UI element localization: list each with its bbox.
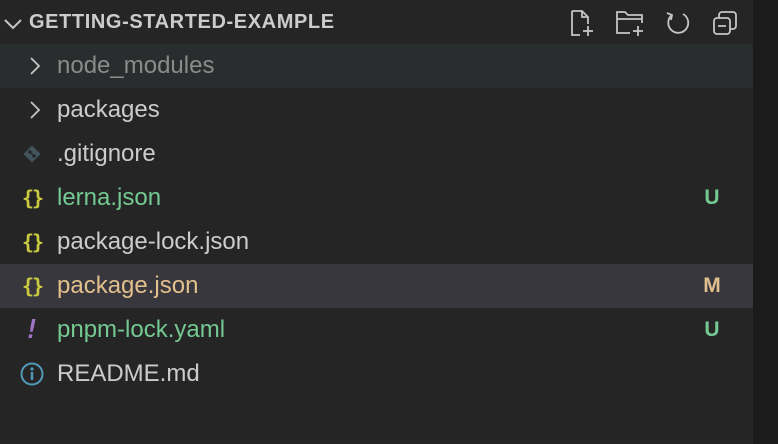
new-file-icon — [571, 10, 593, 36]
tree-item-label: README.md — [57, 360, 200, 387]
git-status-badge: U — [704, 318, 720, 341]
tree-item-lerna-json[interactable]: {} lerna.json U — [0, 176, 753, 220]
chevron-down-icon[interactable] — [2, 12, 24, 34]
explorer-panel: GETTING-STARTED-EXAMPLE node_modules pac… — [0, 0, 753, 444]
git-status-badge: U — [704, 186, 720, 209]
refresh-button[interactable] — [661, 6, 695, 40]
collapse-all-button[interactable] — [708, 6, 742, 40]
info-icon — [18, 360, 46, 388]
yaml-icon: ! — [24, 315, 40, 345]
tree-item-package-json[interactable]: {} package.json M — [0, 264, 753, 308]
collapse-all-icon — [713, 11, 737, 35]
tree-item-package-lock-json[interactable]: {} package-lock.json — [0, 220, 753, 264]
tree-item-label: .gitignore — [57, 140, 156, 167]
tree-item-gitignore[interactable]: .gitignore — [0, 132, 753, 176]
json-icon: {} — [21, 274, 44, 298]
tree-item-node-modules[interactable]: node_modules — [0, 44, 753, 88]
workspace-title: GETTING-STARTED-EXAMPLE — [29, 11, 335, 33]
refresh-icon — [666, 12, 690, 34]
editor-edge — [753, 0, 778, 444]
explorer-section-header[interactable]: GETTING-STARTED-EXAMPLE — [0, 0, 753, 44]
new-file-button[interactable] — [564, 6, 598, 40]
new-folder-icon — [616, 11, 643, 36]
json-icon: {} — [21, 230, 44, 254]
chevron-right-icon[interactable] — [24, 55, 46, 77]
tree-item-label: pnpm-lock.yaml — [57, 316, 226, 343]
json-icon: {} — [21, 186, 44, 210]
tree-item-readme-md[interactable]: README.md — [0, 352, 753, 396]
tree-item-pnpm-lock-yaml[interactable]: ! pnpm-lock.yaml U — [0, 308, 753, 352]
new-folder-button[interactable] — [613, 6, 647, 40]
tree-item-label: package-lock.json — [57, 228, 250, 255]
tree-item-packages[interactable]: packages — [0, 88, 753, 132]
tree-item-label: lerna.json — [57, 184, 162, 211]
tree-item-label: package.json — [57, 272, 199, 299]
chevron-right-icon[interactable] — [24, 99, 46, 121]
tree-item-label: packages — [57, 96, 160, 123]
tree-item-label: node_modules — [57, 52, 215, 79]
git-icon — [18, 140, 46, 168]
git-status-badge: M — [703, 274, 721, 297]
